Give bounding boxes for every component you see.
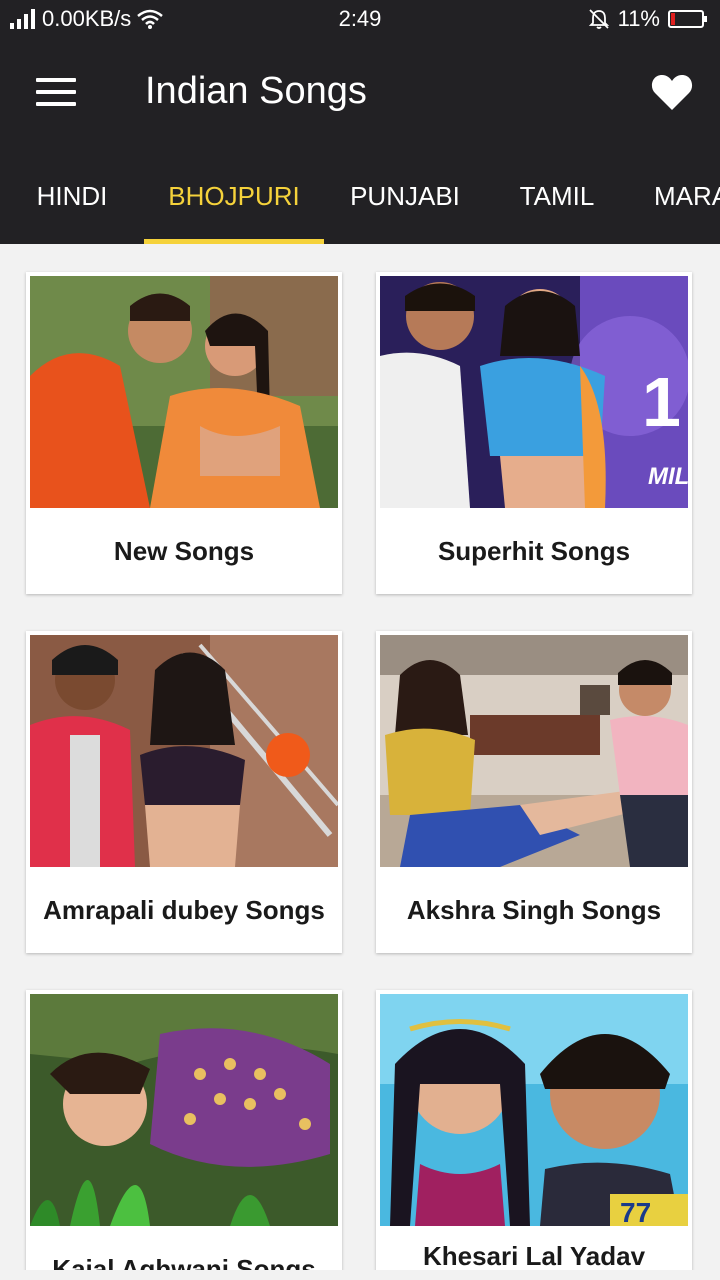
tab-marathi[interactable]: MARA xyxy=(654,148,720,244)
battery-percent: 11% xyxy=(617,6,660,31)
battery-icon xyxy=(668,10,707,28)
status-bar: 0.00KB/s 2:49 11% xyxy=(0,0,720,40)
card-label: Superhit Songs xyxy=(437,536,631,566)
card-kajal-aghwani-songs[interactable]: Kajal Aghwani Songs xyxy=(26,990,342,1280)
card-akshra-singh-songs[interactable]: Akshra Singh Songs xyxy=(376,631,692,953)
akshra-singh-thumbnail xyxy=(380,635,688,867)
amrapali-dubey-thumbnail xyxy=(30,635,338,867)
card-new-songs[interactable]: New Songs xyxy=(26,272,342,594)
song-category-grid: New Songs 1 MIL Superhit Songs Amrapali … xyxy=(0,244,720,1280)
khesari-lal-yadav-thumbnail: 77 xyxy=(380,994,688,1226)
bell-muted-icon xyxy=(588,9,609,29)
tab-tamil[interactable]: TAMIL xyxy=(500,148,614,244)
card-label: New Songs xyxy=(113,536,255,566)
card-khesari-lal-yadav[interactable]: 77 Khesari Lal Yadav xyxy=(376,990,692,1280)
hamburger-menu-icon[interactable] xyxy=(36,78,76,108)
tab-bhojpuri[interactable]: BHOJPURI xyxy=(144,148,324,244)
svg-text:MIL: MIL xyxy=(648,463,688,490)
svg-text:1: 1 xyxy=(642,363,681,441)
status-right: 11% xyxy=(588,6,708,32)
new-songs-thumbnail xyxy=(30,276,338,508)
card-superhit-songs[interactable]: 1 MIL Superhit Songs xyxy=(376,272,692,594)
app-bar: Indian Songs xyxy=(0,40,720,148)
svg-text:77: 77 xyxy=(620,1197,651,1226)
kajal-aghwani-thumbnail xyxy=(30,994,338,1226)
app-title: Indian Songs xyxy=(145,70,367,112)
tab-punjabi[interactable]: PUNJABI xyxy=(336,148,474,244)
superhit-songs-thumbnail: 1 MIL xyxy=(380,276,688,508)
card-label: Akshra Singh Songs xyxy=(406,895,662,925)
tab-hindi[interactable]: HINDI xyxy=(20,148,124,244)
favorites-heart-icon[interactable] xyxy=(650,70,694,114)
bottom-edge xyxy=(0,1270,720,1280)
category-tabs: HINDI BHOJPURI PUNJABI TAMIL MARA xyxy=(0,148,720,244)
card-amrapali-dubey-songs[interactable]: Amrapali dubey Songs xyxy=(26,631,342,953)
card-label: Amrapali dubey Songs xyxy=(43,895,325,925)
